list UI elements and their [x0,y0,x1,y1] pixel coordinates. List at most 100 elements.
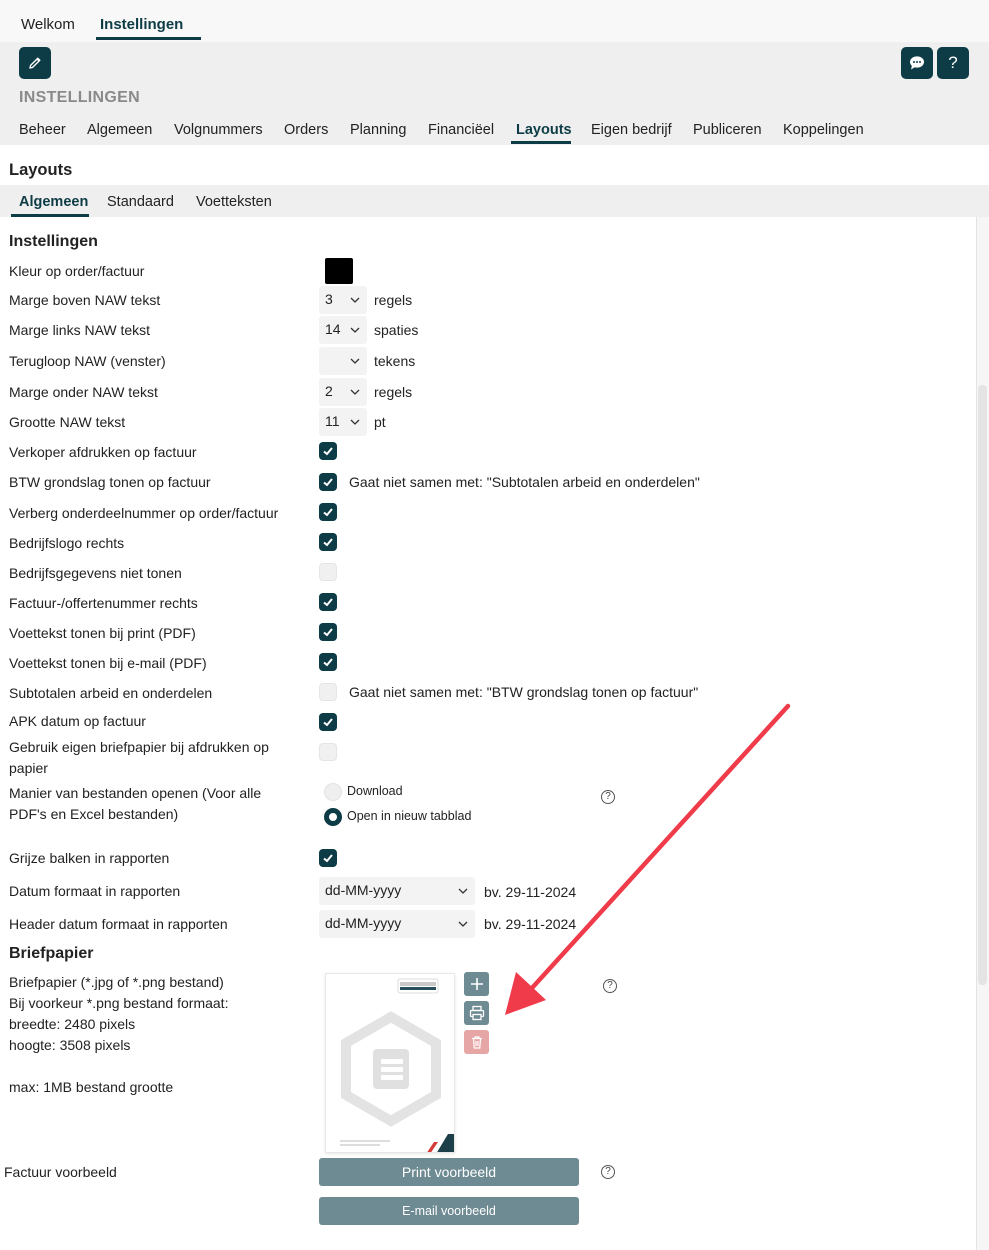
radio-download[interactable] [324,783,342,801]
invoice-number-checkbox[interactable] [319,593,337,611]
nav-tab-algemeen[interactable]: Algemeen [87,122,152,138]
edit-button[interactable] [19,47,51,79]
scrollbar-thumb[interactable] [978,385,987,985]
margin-left-select[interactable]: 14 [319,316,367,344]
nav-tab-orders[interactable]: Orders [284,122,328,138]
wrap-select[interactable] [319,347,367,375]
subtotals-label: Subtotalen arbeid en onderdelen [9,685,213,701]
page-title: INSTELLINGEN [19,89,140,106]
top-tab-welkom[interactable]: Welkom [21,16,75,33]
chat-bubble-icon [910,56,924,70]
color-swatch[interactable] [325,258,353,284]
margin-bottom-label: Marge onder NAW tekst [9,384,158,400]
open-files-label: Manier van bestanden openen (Voor alle P… [9,785,262,822]
print-preview-button[interactable]: Print voorbeeld [319,1158,579,1186]
hide-company-label: Bedrijfsgegevens niet tonen [9,565,182,581]
subtotals-checkbox[interactable] [319,683,337,701]
checkmark-icon [323,658,333,667]
nav-tab-layouts[interactable]: Layouts [516,122,572,138]
hide-company-checkbox[interactable] [319,563,337,581]
footer-print-checkbox[interactable] [319,623,337,641]
invoice-preview-help-icon[interactable]: ? [601,1165,615,1179]
radio-new-tab-label: Open in nieuw tabblad [347,809,472,823]
checkmark-icon [323,628,333,637]
margin-left-value: 14 [325,321,341,337]
nav-tab-beheer[interactable]: Beheer [19,122,66,138]
nav-active-indicator [511,141,571,144]
chevron-down-icon [458,888,468,894]
add-stationery-button[interactable] [464,972,489,996]
nav-tab-publiceren[interactable]: Publiceren [693,122,762,138]
date-format-select[interactable]: dd-MM-yyyy [319,877,475,905]
header-date-format-value: dd-MM-yyyy [325,915,402,931]
stationery-thumbnail-icon [340,978,454,1152]
logo-right-label: Bedrijfslogo rechts [9,535,125,551]
margin-bottom-select[interactable]: 2 [319,378,367,406]
margin-bottom-unit: regels [374,384,413,400]
stationery-preview [325,973,455,1153]
top-tab-instellingen[interactable]: Instellingen [100,16,183,33]
plus-icon [470,978,483,990]
margin-bottom-value: 2 [325,383,333,399]
checkmark-icon [323,718,333,727]
print-stationery-button[interactable] [464,1001,489,1025]
top-tab-active-indicator [96,37,201,40]
margin-left-label: Marge links NAW tekst [9,322,151,338]
nav-tab-volgnummers[interactable]: Volgnummers [174,122,263,138]
apk-label: APK datum op factuur [9,713,146,729]
margin-top-value: 3 [325,291,333,307]
text-size-value: 11 [325,413,340,429]
stationery-heading: Briefpapier [9,945,94,962]
email-preview-button[interactable]: E-mail voorbeeld [319,1197,579,1225]
nav-tab-koppelingen[interactable]: Koppelingen [783,122,864,138]
text-size-select[interactable]: 11 [319,408,367,436]
nav-tab-planning[interactable]: Planning [350,122,406,138]
sub-tab-standaard[interactable]: Standaard [107,194,174,210]
seller-checkbox[interactable] [319,442,337,460]
chat-button[interactable] [901,47,933,79]
sub-tab-algemeen[interactable]: Algemeen [19,194,88,210]
checkmark-icon [323,447,333,456]
grey-bars-checkbox[interactable] [319,849,337,867]
radio-new-tab[interactable] [324,808,342,826]
nav-tab-eigen-bedrijf[interactable]: Eigen bedrijf [591,122,672,138]
wrap-unit: tekens [374,353,416,369]
stationery-help-icon[interactable]: ? [603,979,617,993]
text-size-label: Grootte NAW tekst [9,414,126,430]
question-mark-icon: ? [948,53,958,72]
nav-tab-financieel[interactable]: Financiëel [428,122,494,138]
top-tab-bar: Welkom Instellingen [0,0,989,42]
header-date-format-select[interactable]: dd-MM-yyyy [319,910,475,938]
sub-tab-bar: Algemeen Standaard Voetteksten [0,185,989,217]
footer-mail-checkbox[interactable] [319,653,337,671]
header-date-format-example: bv. 29-11-2024 [484,916,577,932]
chevron-down-icon [350,297,360,303]
checkmark-icon [323,598,333,607]
own-paper-label: Gebruik eigen briefpapier bij afdrukken … [9,739,269,776]
apk-checkbox[interactable] [319,713,337,731]
vat-label: BTW grondslag tonen op factuur [9,474,211,490]
date-format-example: bv. 29-11-2024 [484,884,577,900]
subtotals-note: Gaat niet samen met: "BTW grondslag tone… [349,684,699,700]
open-files-help-icon[interactable]: ? [601,790,615,804]
seller-label: Verkoper afdrukken op factuur [9,444,197,460]
wrap-label: Terugloop NAW (venster) [9,353,166,369]
logo-right-checkbox[interactable] [319,533,337,551]
own-paper-checkbox[interactable] [319,743,337,761]
chevron-down-icon [350,419,360,425]
part-number-checkbox[interactable] [319,503,337,521]
pencil-icon [29,57,41,69]
stationery-info-4: hoogte: 3508 pixels [9,1037,131,1053]
vat-note: Gaat niet samen met: "Subtotalen arbeid … [349,474,700,490]
help-button[interactable]: ? [937,47,969,79]
vat-checkbox[interactable] [319,473,337,491]
margin-top-select[interactable]: 3 [319,286,367,314]
settings-heading: Instellingen [9,233,98,250]
part-number-label: Verberg onderdeelnummer op order/factuur [9,505,279,521]
sub-tab-voetteksten[interactable]: Voetteksten [196,194,272,210]
chevron-down-icon [350,389,360,395]
stationery-info-2: Bij voorkeur *.png bestand formaat: [9,995,229,1011]
delete-stationery-button[interactable] [464,1030,489,1054]
radio-download-label: Download [347,784,403,798]
checkmark-icon [323,538,333,547]
